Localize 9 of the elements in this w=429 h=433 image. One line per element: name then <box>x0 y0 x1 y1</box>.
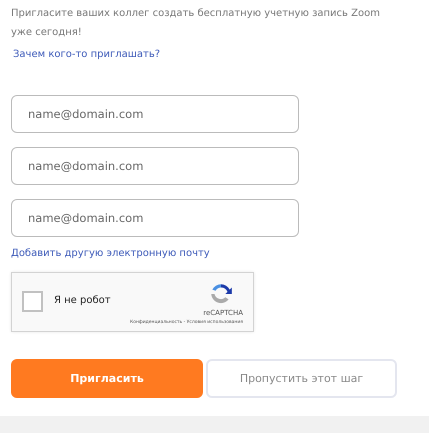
email-field[interactable]: name@domain.com <box>11 95 299 133</box>
skip-button[interactable]: Пропустить этот шаг <box>206 359 397 398</box>
add-email-link[interactable]: Добавить другую электронную почту <box>11 248 210 259</box>
captcha-label: Я не робот <box>54 295 111 306</box>
email-field[interactable]: name@domain.com <box>11 147 299 185</box>
intro-text: Пригласите ваших коллег создать бесплатную учетную запись Zoom уже сегодня! <box>11 7 381 40</box>
why-invite-link[interactable]: Зачем кого-то приглашать? <box>13 49 160 60</box>
email-field[interactable]: name@domain.com <box>11 199 299 237</box>
captcha-checkbox[interactable] <box>22 291 43 312</box>
